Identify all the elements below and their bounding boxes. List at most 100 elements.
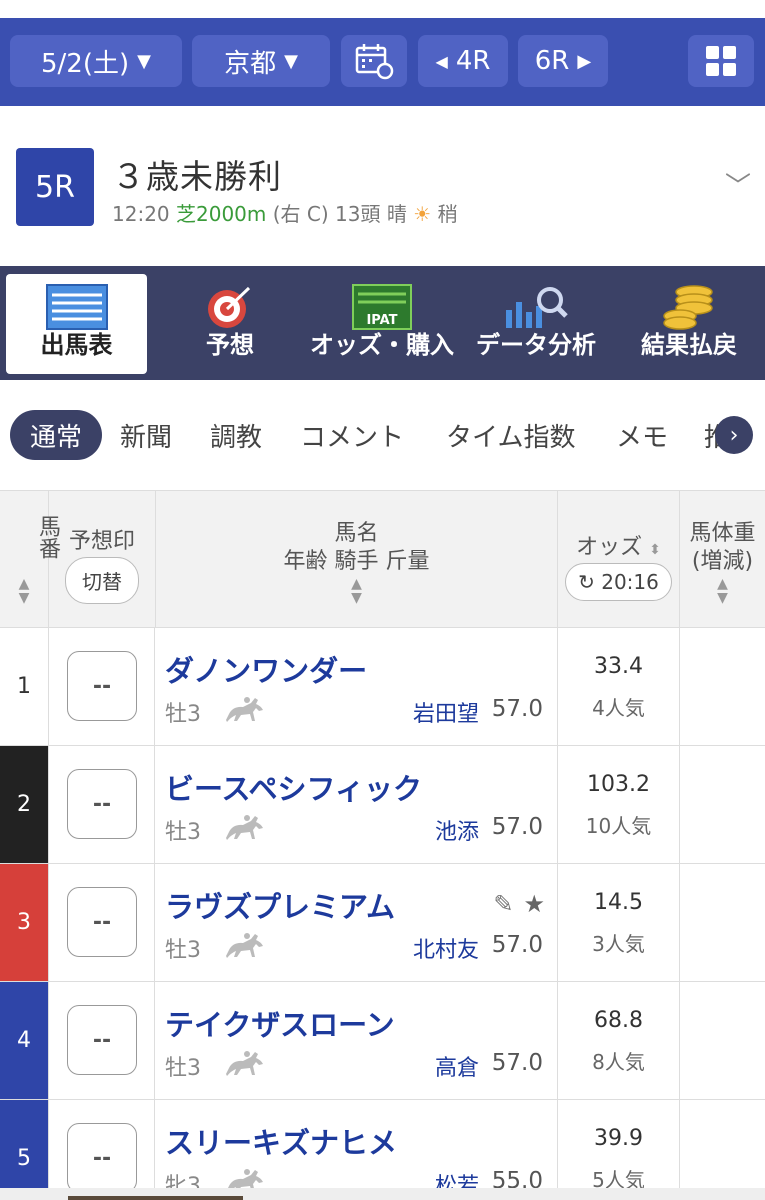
venue-select[interactable]: 京都 ▼ (192, 35, 330, 87)
horse-actions: ✎ ★ (493, 890, 545, 918)
header-mark: 予想印 切替 (49, 491, 156, 627)
horse-name-link[interactable]: スリーキズナヒメ (165, 1120, 397, 1162)
bottom-strip (0, 1188, 765, 1200)
race-going: 稍 (437, 202, 458, 226)
refresh-icon: ↻ (578, 570, 595, 594)
subtab-newspaper[interactable]: 新聞 (120, 410, 172, 460)
header-number[interactable]: 馬番 ▲ ▼ (0, 491, 60, 627)
race-direction: (右 C) (272, 202, 329, 226)
table-row[interactable]: 5 -- スリーキズナヒメ 牝3 松若 55.0 39.9 5人気 (0, 1100, 765, 1200)
horse-info-cell: ビースペシフィック 牡3 池添 57.0 (155, 746, 558, 863)
prediction-mark-button[interactable]: -- (67, 887, 137, 957)
table-row[interactable]: 4 -- テイクザスローン 牡3 高倉 57.0 68.8 8人気 (0, 982, 765, 1100)
odds-value: 68.8 (594, 1008, 643, 1033)
race-time: 12:20 (112, 202, 170, 226)
race-number-badge: 5R (16, 148, 94, 226)
subtab-normal[interactable]: 通常 (10, 410, 103, 460)
header-odds[interactable]: オッズ ⬍ ↻ 20:16 (558, 491, 680, 627)
tab-race-card[interactable]: 出馬表 (6, 274, 147, 374)
odds-value: 14.5 (594, 890, 643, 915)
tab-results-payout[interactable]: 結果払戻 (618, 274, 760, 374)
odds-cell: 68.8 8人気 (558, 982, 680, 1099)
odds-value: 39.9 (594, 1126, 643, 1151)
odds-refresh-button[interactable]: ↻ 20:16 (565, 563, 672, 601)
race-weather: 晴 (386, 202, 407, 226)
jockey-link[interactable]: 高倉 (435, 1050, 479, 1082)
memo-edit-icon[interactable]: ✎ (493, 890, 513, 918)
odds-cell: 33.4 4人気 (558, 628, 680, 745)
prediction-mark-cell: -- (49, 864, 155, 981)
sun-icon: ☀ (413, 202, 432, 226)
table-row[interactable]: 1 -- ダノンワンダー牡3 岩田望 57.0 33.4 4人気 (0, 628, 765, 746)
horse-info-cell: スリーキズナヒメ 牝3 松若 55.0 (155, 1100, 558, 1200)
tab-data-analysis[interactable]: データ分析 (464, 274, 608, 374)
popularity: 10人気 (585, 814, 652, 838)
header-mark-label: 予想印 (68, 529, 135, 554)
header-weight-sub: (増減) (691, 549, 754, 574)
subtab-comment[interactable]: コメント (300, 410, 404, 460)
race-course: 芝2000m (176, 202, 267, 226)
odds-cell: 103.2 10人気 (558, 746, 680, 863)
next-race-button[interactable]: 6R ▶ (518, 35, 608, 87)
caret-left-icon: ◀ (435, 51, 448, 71)
carried-weight: 57.0 (491, 932, 543, 958)
race-navigation-bar: 5/2(土) ▼ 京都 ▼ ◀ 4R 6R ▶ (0, 18, 765, 106)
sort-icon: ▲ ▼ (717, 576, 728, 606)
horse-name-link[interactable]: ラヴズプレミアム (165, 884, 395, 926)
horse-info-cell: ラヴズプレミアム ✎ ★ 牡3 北村友 57.0 (155, 864, 558, 981)
star-icon[interactable]: ★ (523, 890, 545, 918)
subtab-memo[interactable]: メモ (616, 410, 668, 460)
tab-label: 出馬表 (40, 331, 113, 359)
caret-down-icon: ▼ (137, 50, 151, 72)
tab-prediction[interactable]: 予想 (160, 274, 300, 374)
date-label: 5/2(土) (41, 48, 130, 79)
race-heads: 13頭 (335, 202, 381, 226)
horse-info-cell: ダノンワンダー牡3 岩田望 57.0 (155, 628, 558, 745)
chevron-down-icon[interactable]: ﹀ (725, 166, 751, 203)
date-select[interactable]: 5/2(土) ▼ (10, 35, 182, 87)
carried-weight: 57.0 (491, 1050, 543, 1076)
horse-number: 5 (0, 1100, 49, 1200)
prediction-mark-cell: -- (49, 982, 155, 1099)
race-info: 12:20 芝2000m (右 C) 13頭 晴 ☀ 稍 (112, 198, 458, 227)
jockey-link[interactable]: 池添 (435, 814, 479, 846)
toggle-button[interactable]: 切替 (65, 557, 139, 604)
carried-weight: 57.0 (491, 696, 543, 722)
calendar-button[interactable] (341, 35, 407, 87)
prediction-mark-button[interactable]: -- (67, 769, 137, 839)
table-row[interactable]: 2 -- ビースペシフィック 牡3 池添 57.0 103.2 10人気 (0, 746, 765, 864)
horse-age: 牡3 (165, 702, 201, 727)
horse-name-link[interactable]: テイクザスローン (165, 1002, 395, 1044)
prev-race-button[interactable]: ◀ 4R (418, 35, 508, 87)
tab-label: オッズ・購入 (310, 331, 454, 359)
menu-grid-button[interactable] (688, 35, 754, 87)
table-row[interactable]: 3 -- ラヴズプレミアム ✎ ★ 牡3 北村友 57.0 14.5 3人気 (0, 864, 765, 982)
subtab-time-index[interactable]: タイム指数 (446, 410, 575, 460)
prediction-mark-button[interactable]: -- (67, 651, 137, 721)
race-header[interactable]: 5R ３歳未勝利 12:20 芝2000m (右 C) 13頭 晴 ☀ 稍 ﹀ (0, 106, 765, 266)
prediction-mark-cell: -- (49, 1100, 155, 1200)
prediction-mark-button[interactable]: -- (67, 1123, 137, 1193)
feature-tabs: 出馬表 予想 IPAT オッズ・購入 データ分析 結果払戻 (0, 266, 765, 380)
header-odds-label: オッズ (576, 535, 643, 560)
jockey-link[interactable]: 岩田望 (413, 696, 479, 728)
header-name[interactable]: 馬名 年齢 騎手 斤量 ▲ ▼ (156, 491, 558, 627)
race-title: ３歳未勝利 (112, 157, 282, 196)
prediction-mark-button[interactable]: -- (67, 1005, 137, 1075)
svg-text:IPAT: IPAT (366, 313, 397, 328)
prev-race-label: 4R (455, 46, 491, 76)
horse-name-link[interactable]: ビースペシフィック (165, 766, 422, 808)
scroll-right-icon[interactable]: › (715, 416, 753, 454)
sub-tabs: 通常 新聞 調教 コメント タイム指数 メモ 推 › (0, 380, 765, 490)
tab-odds-purchase[interactable]: IPAT オッズ・購入 (306, 274, 458, 374)
horse-number: 1 (0, 628, 49, 745)
horse-name-link[interactable]: ダノンワンダー (165, 648, 367, 690)
jockey-link[interactable]: 北村友 (413, 932, 479, 964)
header-weight[interactable]: 馬体重 (増減) ▲ ▼ (680, 491, 765, 627)
horse-age: 牡3 (165, 938, 201, 963)
odds-time: 20:16 (601, 570, 659, 594)
jockey-horse-icon (226, 1051, 263, 1076)
chart-search-icon (506, 287, 568, 328)
subtab-training[interactable]: 調教 (210, 410, 262, 460)
home-indicator (68, 1196, 243, 1200)
